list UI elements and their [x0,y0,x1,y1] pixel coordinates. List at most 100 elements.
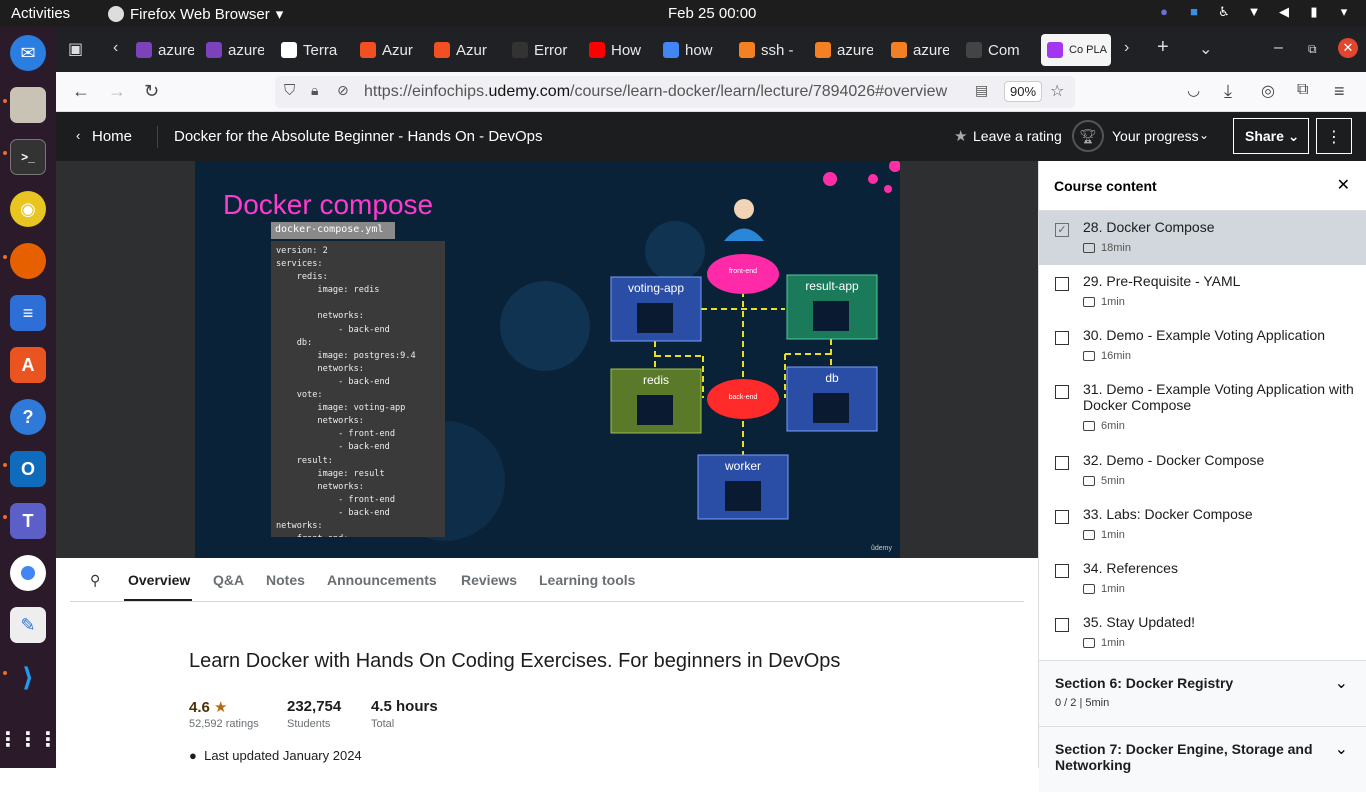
app-menu[interactable]: Firefox Web Browser ▾ [108,5,283,23]
vscode-icon[interactable]: ⟩ [10,659,46,695]
browser-tab[interactable]: azure [206,34,264,66]
section-item[interactable]: Section 6: Docker Registry 0 / 2 | 5min ⌄ [1039,660,1366,726]
course-title[interactable]: Docker for the Absolute Beginner - Hands… [174,128,543,145]
lecture-item[interactable]: 31. Demo - Example Voting Application wi… [1039,373,1366,444]
terminal-icon[interactable]: >_ [10,139,46,175]
rhythmbox-icon[interactable]: ◉ [10,191,46,227]
power-menu-icon[interactable]: ▾ [1336,4,1352,20]
lecture-item[interactable]: 34. References 1min [1039,552,1366,606]
search-icon[interactable]: ⚲ [90,572,100,589]
video-player[interactable]: Docker compose docker-compose.yml versio… [56,161,1038,558]
extensions-icon[interactable]: ⧉ [1297,81,1308,99]
help-icon[interactable]: ? [10,399,46,435]
software-center-icon[interactable]: A [10,347,46,383]
wifi-icon[interactable]: ▼ [1246,4,1262,20]
outlook-icon[interactable]: O [10,451,46,487]
tab-overview-icon[interactable]: ▣ [68,39,83,59]
browser-tab[interactable]: ssh - [739,34,797,66]
tab-overview[interactable]: Overview [128,572,190,588]
account-icon[interactable]: ◎ [1261,81,1275,101]
maximize-icon[interactable]: ⧉ [1308,42,1317,57]
browser-tab[interactable]: how [663,34,721,66]
system-tray[interactable]: ● ■ ♿ ▼ ◀ ▮ ▾ [1156,4,1352,20]
close-window-icon[interactable]: ✕ [1338,38,1358,58]
files-icon[interactable] [10,87,46,123]
lecture-checkbox[interactable] [1055,331,1069,345]
lecture-item[interactable]: 33. Labs: Docker Compose 1min [1039,498,1366,552]
reload-icon[interactable]: ↻ [144,81,159,102]
lecture-checkbox[interactable] [1055,564,1069,578]
lecture-duration: 1min [1101,529,1125,541]
new-tab-icon[interactable]: + [1157,36,1169,59]
browser-tab[interactable]: Com [966,34,1024,66]
browser-tab[interactable]: Error [512,34,570,66]
browser-tab[interactable]: How [589,34,647,66]
forward-icon[interactable]: → [108,81,126,102]
lecture-item[interactable]: 32. Demo - Docker Compose 5min [1039,444,1366,498]
share-button[interactable]: Share ⌄ [1233,118,1309,154]
lecture-duration: 6min [1101,420,1125,432]
downloads-icon[interactable]: ⤓ [1224,81,1232,102]
teams-icon[interactable]: T [10,503,46,539]
your-progress-button[interactable]: Your progress [1112,128,1199,144]
tab-scroll-left-icon[interactable]: ‹ [113,39,118,57]
lecture-checkbox[interactable] [1055,456,1069,470]
tab-scroll-right-icon[interactable]: › [1124,39,1129,57]
pocket-icon[interactable]: ◡ [1187,81,1200,99]
more-options-icon[interactable]: ⋮ [1316,118,1352,154]
tab-reviews[interactable]: Reviews [461,572,517,588]
firefox-dock-icon[interactable] [10,243,46,279]
browser-tab[interactable]: Azur [360,34,418,66]
lecture-item[interactable]: ✓ 28. Docker Compose 18min [1039,211,1366,265]
section-item[interactable]: Section 7: Docker Engine, Storage and Ne… [1039,726,1366,792]
menu-icon[interactable]: ≡ [1334,81,1345,102]
lecture-slide[interactable]: Docker compose docker-compose.yml versio… [195,161,900,558]
lecture-checkbox[interactable] [1055,510,1069,524]
lecture-item[interactable]: 30. Demo - Example Voting Application 16m… [1039,319,1366,373]
permissions-icon[interactable]: ⊘ [337,82,349,99]
show-apps-icon[interactable]: ⋮⋮⋮ [0,721,58,757]
clock[interactable]: Feb 25 00:00 [668,5,756,22]
tab-q-a[interactable]: Q&A [213,572,244,588]
lecture-checkbox[interactable]: ✓ [1055,223,1069,237]
volume-icon[interactable]: ◀ [1276,4,1292,20]
list-all-tabs-icon[interactable]: ⌄ [1199,39,1212,59]
home-link[interactable]: Home [92,128,132,145]
text-editor-icon[interactable]: ✎ [10,607,46,643]
accessibility-icon[interactable]: ♿ [1216,4,1232,20]
zoom-level[interactable]: 90% [1004,81,1043,102]
thunderbird-icon[interactable]: ✉ [10,35,46,71]
section-title: Section 6: Docker Registry [1055,675,1234,691]
lecture-meta: 18min [1083,242,1356,254]
browser-tab[interactable]: azure [136,34,194,66]
browser-tab[interactable]: Terra [281,34,339,66]
minimize-icon[interactable]: – [1274,39,1283,57]
lecture-checkbox[interactable] [1055,277,1069,291]
share-label: Share [1245,128,1284,144]
back-icon[interactable]: ← [72,81,90,102]
browser-tab[interactable]: Azur [434,34,492,66]
leave-rating-button[interactable]: Leave a rating [973,128,1062,144]
outlook-tray-icon[interactable]: ■ [1186,4,1202,20]
browser-tab[interactable]: azure [815,34,873,66]
lecture-checkbox[interactable] [1055,385,1069,399]
writer-icon[interactable]: ≡ [10,295,46,331]
url-bar[interactable]: ⛉ 🔒︎ ⊘ https://einfochips.udemy.com/cour… [275,76,1075,108]
reader-view-icon[interactable]: ▤ [975,82,988,99]
tab-notes[interactable]: Notes [266,572,305,588]
activities-button[interactable]: Activities [11,5,70,22]
browser-tab[interactable]: azure [891,34,949,66]
lock-icon[interactable]: 🔒︎ [311,82,318,99]
battery-icon[interactable]: ▮ [1306,4,1322,20]
lecture-item[interactable]: 35. Stay Updated! 1min [1039,606,1366,660]
lecture-checkbox[interactable] [1055,618,1069,632]
browser-tab[interactable]: Co PLA✕ [1041,34,1111,66]
bookmark-star-icon[interactable]: ☆ [1050,81,1064,101]
teams-tray-icon[interactable]: ● [1156,4,1172,20]
close-icon[interactable]: ✕ [1337,175,1350,195]
tab-announcements[interactable]: Announcements [327,572,437,588]
chrome-icon[interactable] [10,555,46,591]
tab-learning-tools[interactable]: Learning tools [539,572,635,588]
lecture-item[interactable]: 29. Pre-Requisite - YAML 1min [1039,265,1366,319]
tracking-shield-icon[interactable]: ⛉ [284,82,295,99]
